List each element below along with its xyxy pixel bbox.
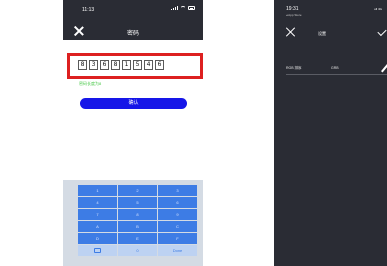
key-9[interactable]: 9 <box>158 209 197 220</box>
digit-box[interactable]: 5 <box>133 60 142 70</box>
password-screen: 11:13 密码 8 3 6 8 1 5 4 6 密码长度为8 确认 1 2 3… <box>63 0 203 266</box>
key-4[interactable]: 4 <box>78 197 117 208</box>
page-title: 设置 <box>318 31 326 36</box>
key-7[interactable]: 7 <box>78 209 117 220</box>
backspace-icon <box>94 247 101 253</box>
password-hint: 密码长度为8 <box>79 81 102 86</box>
status-icons <box>171 6 195 10</box>
key-1[interactable]: 1 <box>78 185 117 196</box>
digit-box[interactable]: 4 <box>144 60 153 70</box>
key-2[interactable]: 2 <box>118 185 157 196</box>
confirm-button[interactable]: 确认 <box>80 98 187 109</box>
rgb-order-label: RGB 排序 <box>286 66 302 70</box>
close-icon[interactable] <box>286 27 296 37</box>
key-a[interactable]: A <box>78 221 117 232</box>
back-to-app-store[interactable]: ◂ App Store <box>286 13 302 17</box>
signal-icon <box>171 6 178 10</box>
status-time: 19:31 <box>286 6 299 12</box>
digit-box[interactable]: 6 <box>155 60 164 70</box>
wifi-icon <box>180 6 186 10</box>
edit-icon[interactable] <box>381 63 387 73</box>
status-icons: ull 4G <box>374 7 382 11</box>
key-c[interactable]: C <box>158 221 197 232</box>
digit-box[interactable]: 6 <box>100 60 109 70</box>
hex-keypad: 1 2 3 4 5 6 7 8 9 A B C D E F 0 Done <box>63 180 203 266</box>
digit-box[interactable]: 8 <box>111 60 120 70</box>
divider <box>286 74 387 75</box>
key-e[interactable]: E <box>118 233 157 244</box>
done-key[interactable]: Done <box>158 245 197 256</box>
delete-key[interactable] <box>78 245 117 256</box>
digit-box[interactable]: 3 <box>89 60 98 70</box>
key-8[interactable]: 8 <box>118 209 157 220</box>
key-f[interactable]: F <box>158 233 197 244</box>
password-digits[interactable]: 8 3 6 8 1 5 4 6 <box>78 60 164 70</box>
digit-box[interactable]: 8 <box>78 60 87 70</box>
digit-box[interactable]: 1 <box>122 60 131 70</box>
settings-screen: 19:31 ◂ App Store ull 4G 设置 RGB 排序 GRB <box>274 0 387 266</box>
key-d[interactable]: D <box>78 233 117 244</box>
rgb-order-value: GRB <box>331 66 339 70</box>
battery-icon <box>188 6 195 10</box>
key-b[interactable]: B <box>118 221 157 232</box>
page-title: 密码 <box>126 31 139 37</box>
key-6[interactable]: 6 <box>158 197 197 208</box>
header-bar: 11:13 密码 <box>63 0 203 40</box>
check-icon[interactable] <box>377 26 387 37</box>
key-3[interactable]: 3 <box>158 185 197 196</box>
key-5[interactable]: 5 <box>118 197 157 208</box>
status-time: 11:13 <box>82 7 95 13</box>
key-0[interactable]: 0 <box>118 245 157 256</box>
